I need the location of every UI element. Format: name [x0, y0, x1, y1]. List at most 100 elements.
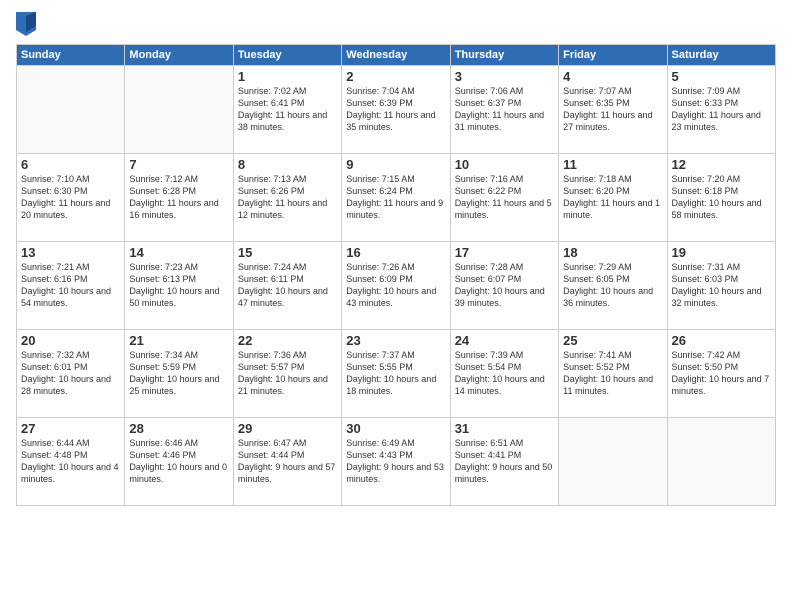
calendar-cell: 26Sunrise: 7:42 AM Sunset: 5:50 PM Dayli…: [667, 330, 775, 418]
day-number: 28: [129, 421, 228, 436]
calendar-cell: 27Sunrise: 6:44 AM Sunset: 4:48 PM Dayli…: [17, 418, 125, 506]
day-header-sunday: Sunday: [17, 45, 125, 66]
day-number: 19: [672, 245, 771, 260]
calendar-cell: 12Sunrise: 7:20 AM Sunset: 6:18 PM Dayli…: [667, 154, 775, 242]
calendar-cell: 6Sunrise: 7:10 AM Sunset: 6:30 PM Daylig…: [17, 154, 125, 242]
day-info: Sunrise: 7:23 AM Sunset: 6:13 PM Dayligh…: [129, 261, 228, 310]
day-info: Sunrise: 7:39 AM Sunset: 5:54 PM Dayligh…: [455, 349, 554, 398]
calendar-cell: 2Sunrise: 7:04 AM Sunset: 6:39 PM Daylig…: [342, 66, 450, 154]
day-number: 4: [563, 69, 662, 84]
calendar-cell: 14Sunrise: 7:23 AM Sunset: 6:13 PM Dayli…: [125, 242, 233, 330]
calendar-cell: 17Sunrise: 7:28 AM Sunset: 6:07 PM Dayli…: [450, 242, 558, 330]
logo: [16, 12, 39, 36]
calendar-cell: 1Sunrise: 7:02 AM Sunset: 6:41 PM Daylig…: [233, 66, 341, 154]
calendar-cell: 30Sunrise: 6:49 AM Sunset: 4:43 PM Dayli…: [342, 418, 450, 506]
calendar-cell: 31Sunrise: 6:51 AM Sunset: 4:41 PM Dayli…: [450, 418, 558, 506]
day-info: Sunrise: 7:31 AM Sunset: 6:03 PM Dayligh…: [672, 261, 771, 310]
day-number: 12: [672, 157, 771, 172]
calendar-cell: 4Sunrise: 7:07 AM Sunset: 6:35 PM Daylig…: [559, 66, 667, 154]
day-number: 24: [455, 333, 554, 348]
calendar-week-4: 20Sunrise: 7:32 AM Sunset: 6:01 PM Dayli…: [17, 330, 776, 418]
calendar-cell: 5Sunrise: 7:09 AM Sunset: 6:33 PM Daylig…: [667, 66, 775, 154]
day-number: 26: [672, 333, 771, 348]
calendar-cell: [559, 418, 667, 506]
calendar-cell: 29Sunrise: 6:47 AM Sunset: 4:44 PM Dayli…: [233, 418, 341, 506]
day-info: Sunrise: 7:34 AM Sunset: 5:59 PM Dayligh…: [129, 349, 228, 398]
day-info: Sunrise: 6:46 AM Sunset: 4:46 PM Dayligh…: [129, 437, 228, 486]
day-info: Sunrise: 7:42 AM Sunset: 5:50 PM Dayligh…: [672, 349, 771, 398]
page: SundayMondayTuesdayWednesdayThursdayFrid…: [0, 0, 792, 612]
day-info: Sunrise: 7:28 AM Sunset: 6:07 PM Dayligh…: [455, 261, 554, 310]
calendar-cell: 25Sunrise: 7:41 AM Sunset: 5:52 PM Dayli…: [559, 330, 667, 418]
day-info: Sunrise: 7:16 AM Sunset: 6:22 PM Dayligh…: [455, 173, 554, 222]
calendar-week-2: 6Sunrise: 7:10 AM Sunset: 6:30 PM Daylig…: [17, 154, 776, 242]
calendar-cell: 10Sunrise: 7:16 AM Sunset: 6:22 PM Dayli…: [450, 154, 558, 242]
calendar-cell: 24Sunrise: 7:39 AM Sunset: 5:54 PM Dayli…: [450, 330, 558, 418]
calendar-cell: 23Sunrise: 7:37 AM Sunset: 5:55 PM Dayli…: [342, 330, 450, 418]
calendar: SundayMondayTuesdayWednesdayThursdayFrid…: [16, 44, 776, 506]
day-info: Sunrise: 7:18 AM Sunset: 6:20 PM Dayligh…: [563, 173, 662, 222]
day-number: 3: [455, 69, 554, 84]
day-info: Sunrise: 7:07 AM Sunset: 6:35 PM Dayligh…: [563, 85, 662, 134]
day-info: Sunrise: 7:37 AM Sunset: 5:55 PM Dayligh…: [346, 349, 445, 398]
day-info: Sunrise: 7:24 AM Sunset: 6:11 PM Dayligh…: [238, 261, 337, 310]
day-info: Sunrise: 7:02 AM Sunset: 6:41 PM Dayligh…: [238, 85, 337, 134]
day-header-monday: Monday: [125, 45, 233, 66]
day-info: Sunrise: 7:29 AM Sunset: 6:05 PM Dayligh…: [563, 261, 662, 310]
calendar-week-5: 27Sunrise: 6:44 AM Sunset: 4:48 PM Dayli…: [17, 418, 776, 506]
calendar-cell: [125, 66, 233, 154]
day-info: Sunrise: 7:20 AM Sunset: 6:18 PM Dayligh…: [672, 173, 771, 222]
day-number: 27: [21, 421, 120, 436]
day-number: 17: [455, 245, 554, 260]
calendar-cell: 9Sunrise: 7:15 AM Sunset: 6:24 PM Daylig…: [342, 154, 450, 242]
day-info: Sunrise: 6:49 AM Sunset: 4:43 PM Dayligh…: [346, 437, 445, 486]
day-header-thursday: Thursday: [450, 45, 558, 66]
day-info: Sunrise: 7:04 AM Sunset: 6:39 PM Dayligh…: [346, 85, 445, 134]
day-number: 9: [346, 157, 445, 172]
calendar-cell: [17, 66, 125, 154]
day-number: 25: [563, 333, 662, 348]
calendar-cell: 18Sunrise: 7:29 AM Sunset: 6:05 PM Dayli…: [559, 242, 667, 330]
day-info: Sunrise: 6:51 AM Sunset: 4:41 PM Dayligh…: [455, 437, 554, 486]
calendar-cell: 28Sunrise: 6:46 AM Sunset: 4:46 PM Dayli…: [125, 418, 233, 506]
logo-icon: [16, 12, 36, 36]
day-info: Sunrise: 7:41 AM Sunset: 5:52 PM Dayligh…: [563, 349, 662, 398]
day-info: Sunrise: 7:12 AM Sunset: 6:28 PM Dayligh…: [129, 173, 228, 222]
day-header-tuesday: Tuesday: [233, 45, 341, 66]
calendar-cell: 8Sunrise: 7:13 AM Sunset: 6:26 PM Daylig…: [233, 154, 341, 242]
calendar-week-3: 13Sunrise: 7:21 AM Sunset: 6:16 PM Dayli…: [17, 242, 776, 330]
calendar-cell: [667, 418, 775, 506]
day-number: 2: [346, 69, 445, 84]
calendar-cell: 3Sunrise: 7:06 AM Sunset: 6:37 PM Daylig…: [450, 66, 558, 154]
calendar-cell: 20Sunrise: 7:32 AM Sunset: 6:01 PM Dayli…: [17, 330, 125, 418]
day-header-friday: Friday: [559, 45, 667, 66]
day-info: Sunrise: 7:21 AM Sunset: 6:16 PM Dayligh…: [21, 261, 120, 310]
day-number: 23: [346, 333, 445, 348]
day-info: Sunrise: 7:06 AM Sunset: 6:37 PM Dayligh…: [455, 85, 554, 134]
calendar-cell: 16Sunrise: 7:26 AM Sunset: 6:09 PM Dayli…: [342, 242, 450, 330]
day-info: Sunrise: 7:15 AM Sunset: 6:24 PM Dayligh…: [346, 173, 445, 222]
day-info: Sunrise: 6:44 AM Sunset: 4:48 PM Dayligh…: [21, 437, 120, 486]
day-info: Sunrise: 7:13 AM Sunset: 6:26 PM Dayligh…: [238, 173, 337, 222]
day-number: 14: [129, 245, 228, 260]
day-number: 29: [238, 421, 337, 436]
day-info: Sunrise: 7:26 AM Sunset: 6:09 PM Dayligh…: [346, 261, 445, 310]
day-info: Sunrise: 6:47 AM Sunset: 4:44 PM Dayligh…: [238, 437, 337, 486]
calendar-cell: 11Sunrise: 7:18 AM Sunset: 6:20 PM Dayli…: [559, 154, 667, 242]
calendar-cell: 15Sunrise: 7:24 AM Sunset: 6:11 PM Dayli…: [233, 242, 341, 330]
day-info: Sunrise: 7:32 AM Sunset: 6:01 PM Dayligh…: [21, 349, 120, 398]
day-info: Sunrise: 7:36 AM Sunset: 5:57 PM Dayligh…: [238, 349, 337, 398]
calendar-header-row: SundayMondayTuesdayWednesdayThursdayFrid…: [17, 45, 776, 66]
calendar-cell: 22Sunrise: 7:36 AM Sunset: 5:57 PM Dayli…: [233, 330, 341, 418]
day-number: 21: [129, 333, 228, 348]
day-number: 8: [238, 157, 337, 172]
day-number: 31: [455, 421, 554, 436]
day-info: Sunrise: 7:10 AM Sunset: 6:30 PM Dayligh…: [21, 173, 120, 222]
day-number: 22: [238, 333, 337, 348]
day-header-wednesday: Wednesday: [342, 45, 450, 66]
day-number: 6: [21, 157, 120, 172]
day-number: 1: [238, 69, 337, 84]
day-number: 15: [238, 245, 337, 260]
day-number: 16: [346, 245, 445, 260]
day-number: 7: [129, 157, 228, 172]
